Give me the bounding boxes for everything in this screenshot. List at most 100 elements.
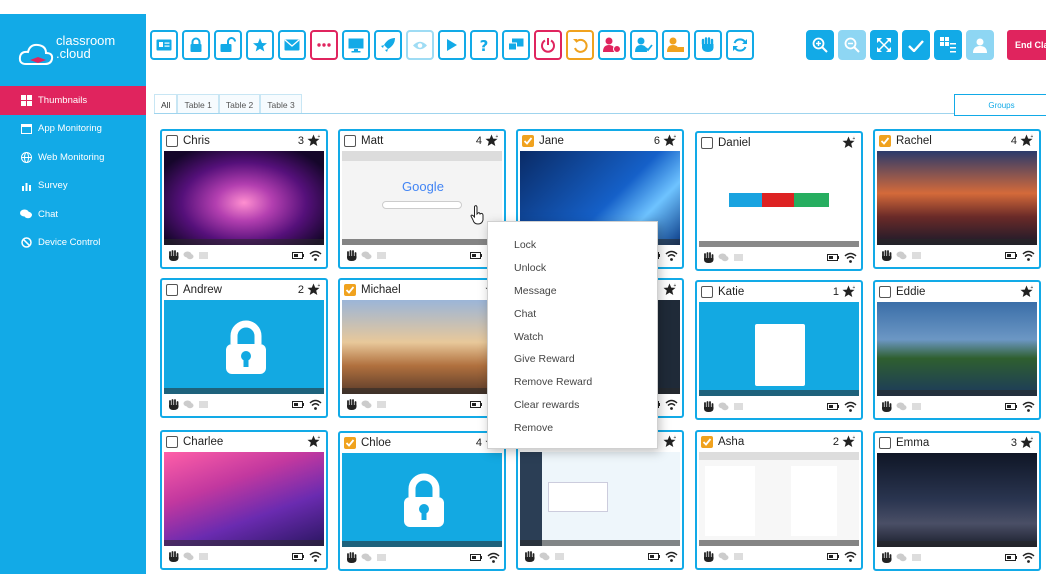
menu-item-watch[interactable]: Watch <box>488 325 657 348</box>
refresh-button[interactable] <box>726 30 754 60</box>
sidebar-item-thumbnails[interactable]: Thumbnails <box>0 86 146 115</box>
sidebar-item-web-monitoring[interactable]: Web Monitoring <box>0 143 146 172</box>
student-checkbox[interactable] <box>879 437 891 449</box>
reward-star-icon[interactable]: + <box>663 283 677 299</box>
tab-table-2[interactable]: Table 2 <box>218 94 261 114</box>
reward-star-icon[interactable]: + <box>307 435 321 451</box>
reward-star-icon[interactable]: + <box>1020 134 1034 150</box>
student-card[interactable]: Asha 2 + <box>695 430 863 570</box>
reward-button[interactable] <box>246 30 274 60</box>
lock-button[interactable] <box>182 30 210 60</box>
zoom-in-button[interactable] <box>806 30 834 60</box>
sidebar-item-survey[interactable]: Survey <box>0 172 146 201</box>
student-card[interactable]: Eddie + <box>873 280 1041 420</box>
sidebar-item-device-control[interactable]: Device Control <box>0 229 146 258</box>
reward-star-icon[interactable]: + <box>663 435 677 451</box>
screen-thumbnail[interactable] <box>877 453 1037 547</box>
student-card[interactable]: Michael+ <box>338 278 506 418</box>
student-checkbox[interactable] <box>344 437 356 449</box>
hand-button[interactable] <box>694 30 722 60</box>
tab-table-3[interactable]: Table 3 <box>260 94 302 114</box>
screen-share-button[interactable] <box>502 30 530 60</box>
user-button[interactable] <box>966 30 994 60</box>
register-button[interactable] <box>150 30 178 60</box>
monitor-button[interactable] <box>342 30 370 60</box>
message-button[interactable] <box>278 30 306 60</box>
student-card[interactable]: Charlee + <box>160 430 328 570</box>
student-card[interactable]: Matt 4 + Google <box>338 129 506 269</box>
student-card[interactable]: Chris 3 + <box>160 129 328 269</box>
watch-button[interactable] <box>406 30 434 60</box>
reward-star-icon[interactable]: + <box>307 283 321 299</box>
student-card[interactable]: Andrew 2 + <box>160 278 328 418</box>
student-card[interactable]: Chloe4+ <box>338 431 506 571</box>
student-checkbox[interactable] <box>879 286 891 298</box>
groups-button[interactable]: Groups <box>954 94 1046 116</box>
student-checkbox[interactable] <box>166 284 178 296</box>
play-button[interactable] <box>438 30 466 60</box>
screen-thumbnail[interactable] <box>164 300 324 394</box>
reward-star-icon[interactable]: + <box>307 134 321 150</box>
menu-item-clear-rewards[interactable]: Clear rewards <box>488 394 657 417</box>
student-checkbox[interactable] <box>522 135 534 147</box>
reward-star-icon[interactable]: + <box>1020 285 1034 301</box>
reward-star-icon[interactable]: + <box>1020 436 1034 452</box>
screen-thumbnail[interactable] <box>699 302 859 396</box>
tab-table-1[interactable]: Table 1 <box>177 94 219 114</box>
student-checkbox[interactable] <box>166 135 178 147</box>
menu-item-unlock[interactable]: Unlock <box>488 257 657 280</box>
zoom-out-button[interactable] <box>838 30 866 60</box>
select-all-button[interactable] <box>902 30 930 60</box>
message-icon <box>284 39 300 51</box>
student-checkbox[interactable] <box>701 286 713 298</box>
screen-thumbnail[interactable]: Google <box>342 151 502 245</box>
screen-thumbnail[interactable] <box>699 452 859 546</box>
menu-item-give-reward[interactable]: Give Reward <box>488 348 657 371</box>
menu-item-lock[interactable]: Lock <box>488 234 657 257</box>
launch-button[interactable] <box>374 30 402 60</box>
tab-all[interactable]: All <box>154 94 178 114</box>
fullscreen-button[interactable] <box>870 30 898 60</box>
student-card[interactable]: Emma 3 + <box>873 431 1041 571</box>
student-card[interactable]: + <box>516 430 684 570</box>
student-checkbox[interactable] <box>166 436 178 448</box>
screen-thumbnail[interactable] <box>699 153 859 247</box>
undo-button[interactable] <box>566 30 594 60</box>
menu-item-chat[interactable]: Chat <box>488 302 657 325</box>
user-lock-button[interactable] <box>662 30 690 60</box>
student-checkbox[interactable] <box>879 135 891 147</box>
screen-thumbnail[interactable] <box>342 300 502 394</box>
register-icon <box>156 39 172 51</box>
screen-thumbnail[interactable] <box>877 151 1037 245</box>
menu-item-remove-reward[interactable]: Remove Reward <box>488 371 657 394</box>
reward-star-icon[interactable]: + <box>485 134 499 150</box>
reward-star-icon[interactable]: + <box>842 285 856 301</box>
end-class-button[interactable]: End Class <box>1007 30 1046 60</box>
screen-thumbnail[interactable] <box>520 452 680 546</box>
layout-button[interactable] <box>934 30 962 60</box>
student-checkbox[interactable] <box>701 137 713 149</box>
unlock-button[interactable] <box>214 30 242 60</box>
more-button[interactable] <box>310 30 338 60</box>
student-card[interactable]: Katie 1 + <box>695 280 863 420</box>
remove-user-button[interactable] <box>598 30 626 60</box>
screen-thumbnail[interactable] <box>164 452 324 546</box>
verify-user-button[interactable] <box>630 30 658 60</box>
sidebar-item-chat[interactable]: Chat <box>0 200 146 229</box>
screen-thumbnail[interactable] <box>342 453 502 547</box>
reward-star-icon[interactable]: + <box>663 134 677 150</box>
help-button[interactable]: ? <box>470 30 498 60</box>
student-checkbox[interactable] <box>701 436 713 448</box>
student-checkbox[interactable] <box>344 284 356 296</box>
student-card[interactable]: Rachel 4 + <box>873 129 1041 269</box>
sidebar-item-app-monitoring[interactable]: App Monitoring <box>0 115 146 144</box>
reward-star-icon[interactable]: + <box>842 435 856 451</box>
student-card[interactable]: Daniel + <box>695 131 863 271</box>
menu-item-message[interactable]: Message <box>488 280 657 303</box>
menu-item-remove[interactable]: Remove <box>488 416 657 439</box>
reward-star-icon[interactable]: + <box>842 136 856 152</box>
student-checkbox[interactable] <box>344 135 356 147</box>
screen-thumbnail[interactable] <box>877 302 1037 396</box>
power-button[interactable] <box>534 30 562 60</box>
screen-thumbnail[interactable] <box>164 151 324 245</box>
